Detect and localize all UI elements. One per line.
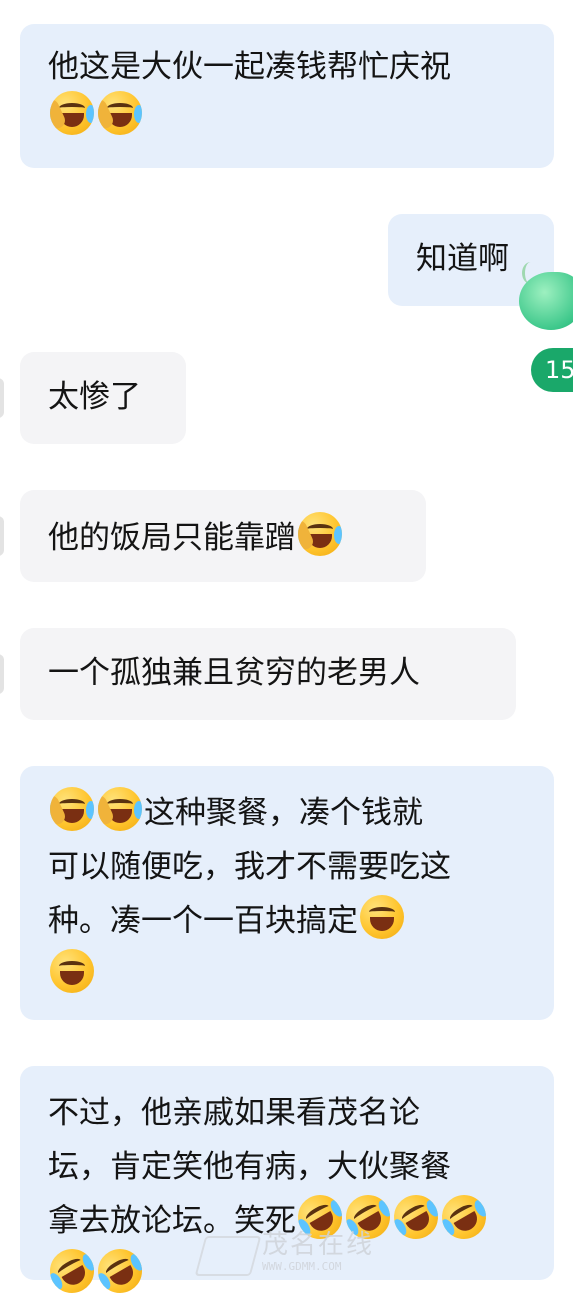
watermark-logo-icon bbox=[194, 1236, 262, 1276]
grinning-squinting-icon bbox=[360, 895, 404, 939]
watermark-url: WWW.GDMM.COM bbox=[262, 1260, 342, 1273]
crying-laughing-icon bbox=[50, 91, 94, 135]
avatar[interactable] bbox=[0, 654, 4, 694]
crying-laughing-icon bbox=[298, 512, 342, 556]
avatar[interactable] bbox=[0, 378, 4, 418]
message-text: 知道啊 bbox=[416, 241, 509, 277]
crying-laughing-icon bbox=[98, 91, 142, 135]
crying-laughing-icon bbox=[98, 787, 142, 831]
message-bubble-1[interactable]: 他这是大伙一起凑钱帮忙庆祝 bbox=[20, 24, 554, 168]
message-text: 种。凑一个一百块搞定 bbox=[48, 903, 358, 939]
message-text: 不过，他亲戚如果看茂名论 bbox=[48, 1095, 420, 1131]
rolling-laughing-icon bbox=[89, 1240, 151, 1302]
message-text: 坛，肯定笑他有病，大伙聚餐 bbox=[48, 1149, 451, 1185]
grinning-squinting-icon bbox=[50, 949, 94, 993]
message-bubble-6[interactable]: 这种聚餐，凑个钱就 可以随便吃，我才不需要吃这 种。凑一个一百块搞定 bbox=[20, 766, 554, 1020]
message-text: 一个孤独兼且贫穷的老男人 bbox=[48, 655, 420, 691]
avatar[interactable] bbox=[0, 516, 4, 556]
pet-sticker-icon[interactable] bbox=[513, 262, 573, 337]
site-watermark: 茂名在线 WWW.GDMM.COM bbox=[194, 1230, 400, 1276]
rolling-laughing-icon bbox=[41, 1240, 103, 1302]
rolling-laughing-icon bbox=[433, 1186, 495, 1248]
message-text: 太惨了 bbox=[48, 379, 141, 415]
message-text: 他这是大伙一起凑钱帮忙庆祝 bbox=[48, 49, 451, 85]
message-text: 可以随便吃，我才不需要吃这 bbox=[48, 849, 451, 885]
message-text: 这种聚餐，凑个钱就 bbox=[144, 795, 423, 831]
crying-laughing-icon bbox=[50, 787, 94, 831]
message-bubble-3[interactable]: 太惨了 bbox=[20, 352, 186, 444]
message-text: 他的饭局只能靠蹭 bbox=[48, 520, 296, 556]
message-bubble-4[interactable]: 他的饭局只能靠蹭 bbox=[20, 490, 426, 582]
pet-body bbox=[519, 272, 573, 330]
unread-badge[interactable]: 15 bbox=[531, 348, 573, 392]
watermark-text: 茂名在线 bbox=[262, 1230, 375, 1260]
message-bubble-5[interactable]: 一个孤独兼且贫穷的老男人 bbox=[20, 628, 516, 720]
